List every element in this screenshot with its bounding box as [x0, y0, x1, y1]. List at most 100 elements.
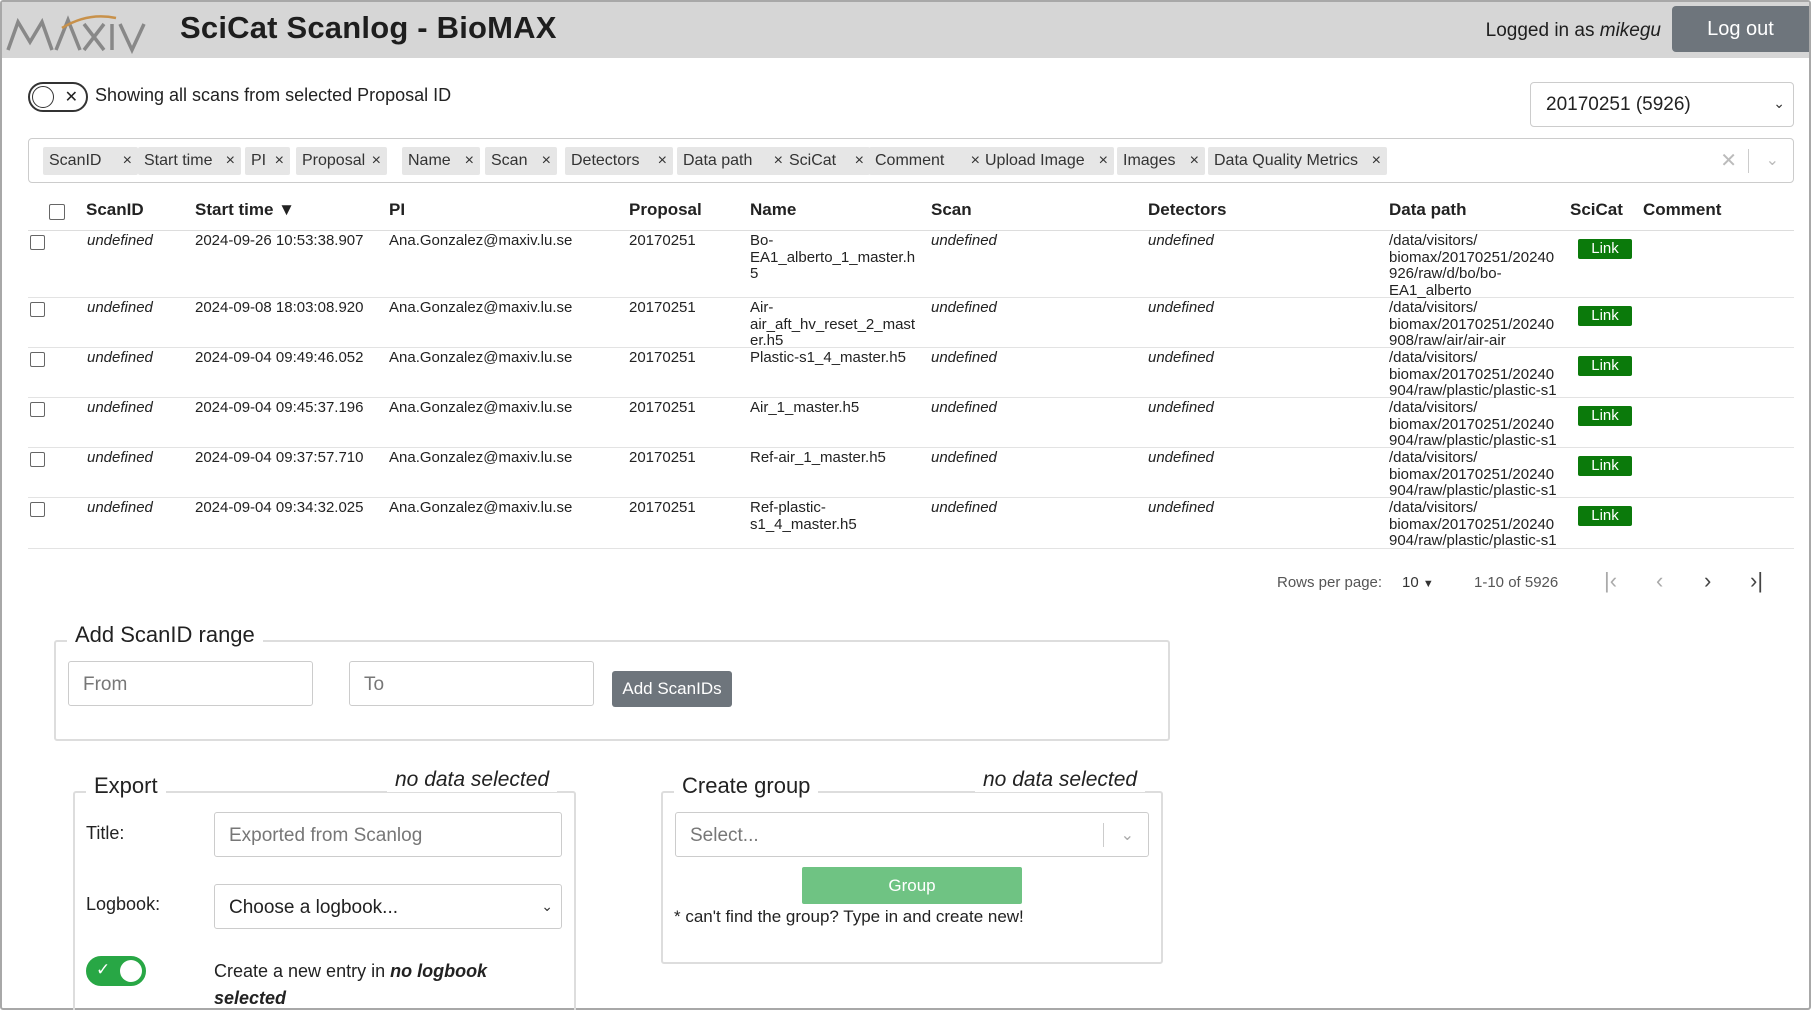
column-chip-scan[interactable]: Scan × — [485, 147, 557, 175]
column-header-start-time[interactable]: Start time ▼ — [195, 200, 295, 230]
column-header-scicat[interactable]: SciCat — [1570, 200, 1623, 230]
proposal-select-value: 20170251 (5926) — [1546, 94, 1691, 115]
column-chip-detectors[interactable]: Detectors × — [565, 147, 673, 175]
table-row[interactable]: undefined 2024-09-04 09:45:37.196 Ana.Go… — [28, 398, 1794, 449]
scanid-range-legend: Add ScanID range — [67, 622, 263, 648]
chip-label: Start time — [144, 152, 213, 169]
new-entry-target: no logbook — [390, 961, 488, 981]
column-chip-upload-image[interactable]: Upload Image × — [979, 147, 1114, 175]
cell-scan: undefined — [931, 399, 997, 416]
export-title-input[interactable]: Exported from Scanlog — [214, 812, 562, 857]
table-row[interactable]: undefined 2024-09-04 09:34:32.025 Ana.Go… — [28, 498, 1794, 549]
remove-icon[interactable]: × — [123, 147, 132, 175]
remove-icon[interactable]: × — [275, 147, 284, 175]
column-header-proposal[interactable]: Proposal — [629, 200, 702, 230]
column-header-comment[interactable]: Comment — [1643, 200, 1721, 230]
cell-scanid: undefined — [87, 399, 153, 416]
prev-page-icon[interactable]: ‹ — [1656, 568, 1663, 594]
column-header-data-path[interactable]: Data path — [1389, 200, 1466, 230]
remove-icon[interactable]: × — [1099, 147, 1108, 175]
scicat-link[interactable]: Link — [1578, 306, 1632, 326]
row-checkbox[interactable] — [30, 402, 45, 417]
cell-pi: Ana.Gonzalez@maxiv.lu.se — [389, 232, 573, 249]
logbook-label: Logbook: — [86, 894, 161, 914]
column-header-scanid[interactable]: ScanID — [86, 200, 144, 230]
remove-icon[interactable]: × — [465, 147, 474, 175]
column-chip-scicat[interactable]: SciCat × — [783, 147, 870, 175]
cell-name: Ref-plastic- s1_4_master.h5 — [750, 499, 857, 533]
remove-icon[interactable]: × — [372, 147, 381, 175]
cell-scanid: undefined — [87, 449, 153, 466]
chevron-down-icon: ⌄ — [1773, 95, 1785, 111]
add-scanids-button[interactable]: Add ScanIDs — [612, 671, 732, 707]
caret-down-icon: ▼ — [1422, 578, 1434, 590]
row-checkbox[interactable] — [30, 235, 45, 250]
remove-icon[interactable]: × — [774, 147, 783, 175]
chip-label: Name — [408, 152, 451, 169]
logout-button[interactable]: Log out — [1672, 6, 1809, 52]
column-chip-scanid[interactable]: ScanID × — [43, 147, 138, 175]
scanid-to-input[interactable]: To — [349, 661, 594, 706]
column-chip-pi[interactable]: PI × — [245, 147, 290, 175]
all-scans-toggle[interactable]: ✕ — [28, 82, 88, 112]
table-row[interactable]: undefined 2024-09-04 09:49:46.052 Ana.Go… — [28, 348, 1794, 399]
cell-start-time: 2024-09-08 18:03:08.920 — [195, 299, 364, 316]
first-page-icon[interactable]: |‹ — [1604, 568, 1617, 594]
next-page-icon[interactable]: › — [1704, 568, 1711, 594]
column-header-detectors[interactable]: Detectors — [1148, 200, 1226, 230]
row-checkbox[interactable] — [30, 302, 45, 317]
cell-name: Air_1_master.h5 — [750, 399, 860, 416]
remove-icon[interactable]: × — [542, 147, 551, 175]
group-button[interactable]: Group — [802, 867, 1022, 904]
column-header-name[interactable]: Name — [750, 200, 796, 230]
scicat-link[interactable]: Link — [1578, 239, 1632, 259]
remove-icon[interactable]: × — [226, 147, 235, 175]
to-placeholder: To — [364, 674, 385, 695]
proposal-select[interactable]: 20170251 (5926) ⌄ — [1530, 82, 1794, 127]
column-chip-data-quality-metrics[interactable]: Data Quality Metrics × — [1208, 147, 1387, 175]
scicat-link[interactable]: Link — [1578, 456, 1632, 476]
table-row[interactable]: undefined 2024-09-26 10:53:38.907 Ana.Go… — [28, 231, 1794, 298]
row-checkbox[interactable] — [30, 352, 45, 367]
cell-data-path: /data/visitors/ biomax/20170251/20240 90… — [1389, 399, 1557, 449]
table-row[interactable]: undefined 2024-09-08 18:03:08.920 Ana.Go… — [28, 298, 1794, 349]
table-row[interactable]: undefined 2024-09-04 09:37:57.710 Ana.Go… — [28, 448, 1794, 499]
cell-proposal: 20170251 — [629, 349, 696, 366]
cell-pi: Ana.Gonzalez@maxiv.lu.se — [389, 399, 573, 416]
scanid-from-input[interactable]: From — [68, 661, 313, 706]
remove-icon[interactable]: × — [855, 147, 864, 175]
group-select[interactable]: Select... ⌄ — [675, 812, 1149, 857]
new-entry-toggle[interactable]: ✓ — [86, 956, 146, 986]
cell-scan: undefined — [931, 232, 997, 249]
row-checkbox[interactable] — [30, 452, 45, 467]
column-chip-name[interactable]: Name × — [402, 147, 480, 175]
column-chip-comment[interactable]: Comment × — [869, 147, 986, 175]
scicat-link[interactable]: Link — [1578, 406, 1632, 426]
remove-icon[interactable]: × — [1372, 147, 1381, 175]
cell-scanid: undefined — [87, 299, 153, 316]
column-chip-start-time[interactable]: Start time × — [138, 147, 241, 175]
cell-start-time: 2024-09-04 09:37:57.710 — [195, 449, 364, 466]
column-header-scan[interactable]: Scan — [931, 200, 972, 230]
chevron-down-icon[interactable]: ⌄ — [1766, 150, 1779, 170]
scicat-link[interactable]: Link — [1578, 356, 1632, 376]
cell-detectors: undefined — [1148, 399, 1214, 416]
remove-icon[interactable]: × — [658, 147, 667, 175]
select-all-checkbox[interactable] — [49, 204, 65, 220]
column-chip-images[interactable]: Images × — [1117, 147, 1205, 175]
chip-label: PI — [251, 152, 267, 169]
column-selector[interactable]: ScanID × Start time × PI × Proposal × Name × … — [28, 138, 1794, 183]
column-chip-proposal[interactable]: Proposal × — [296, 147, 387, 175]
chip-label: Images — [1123, 152, 1176, 169]
logbook-select[interactable]: Choose a logbook... ⌄ — [214, 884, 562, 929]
scicat-link[interactable]: Link — [1578, 506, 1632, 526]
column-chip-data-path[interactable]: Data path × — [677, 147, 789, 175]
remove-icon[interactable]: × — [1190, 147, 1199, 175]
cell-scanid: undefined — [87, 499, 153, 516]
last-page-icon[interactable]: ›| — [1750, 568, 1763, 594]
row-checkbox[interactable] — [30, 502, 45, 517]
cell-pi: Ana.Gonzalez@maxiv.lu.se — [389, 449, 573, 466]
clear-all-icon[interactable]: ✕ — [1720, 148, 1737, 173]
rows-per-page-select[interactable]: 10 ▼ — [1402, 574, 1434, 591]
column-header-pi[interactable]: PI — [389, 200, 405, 230]
